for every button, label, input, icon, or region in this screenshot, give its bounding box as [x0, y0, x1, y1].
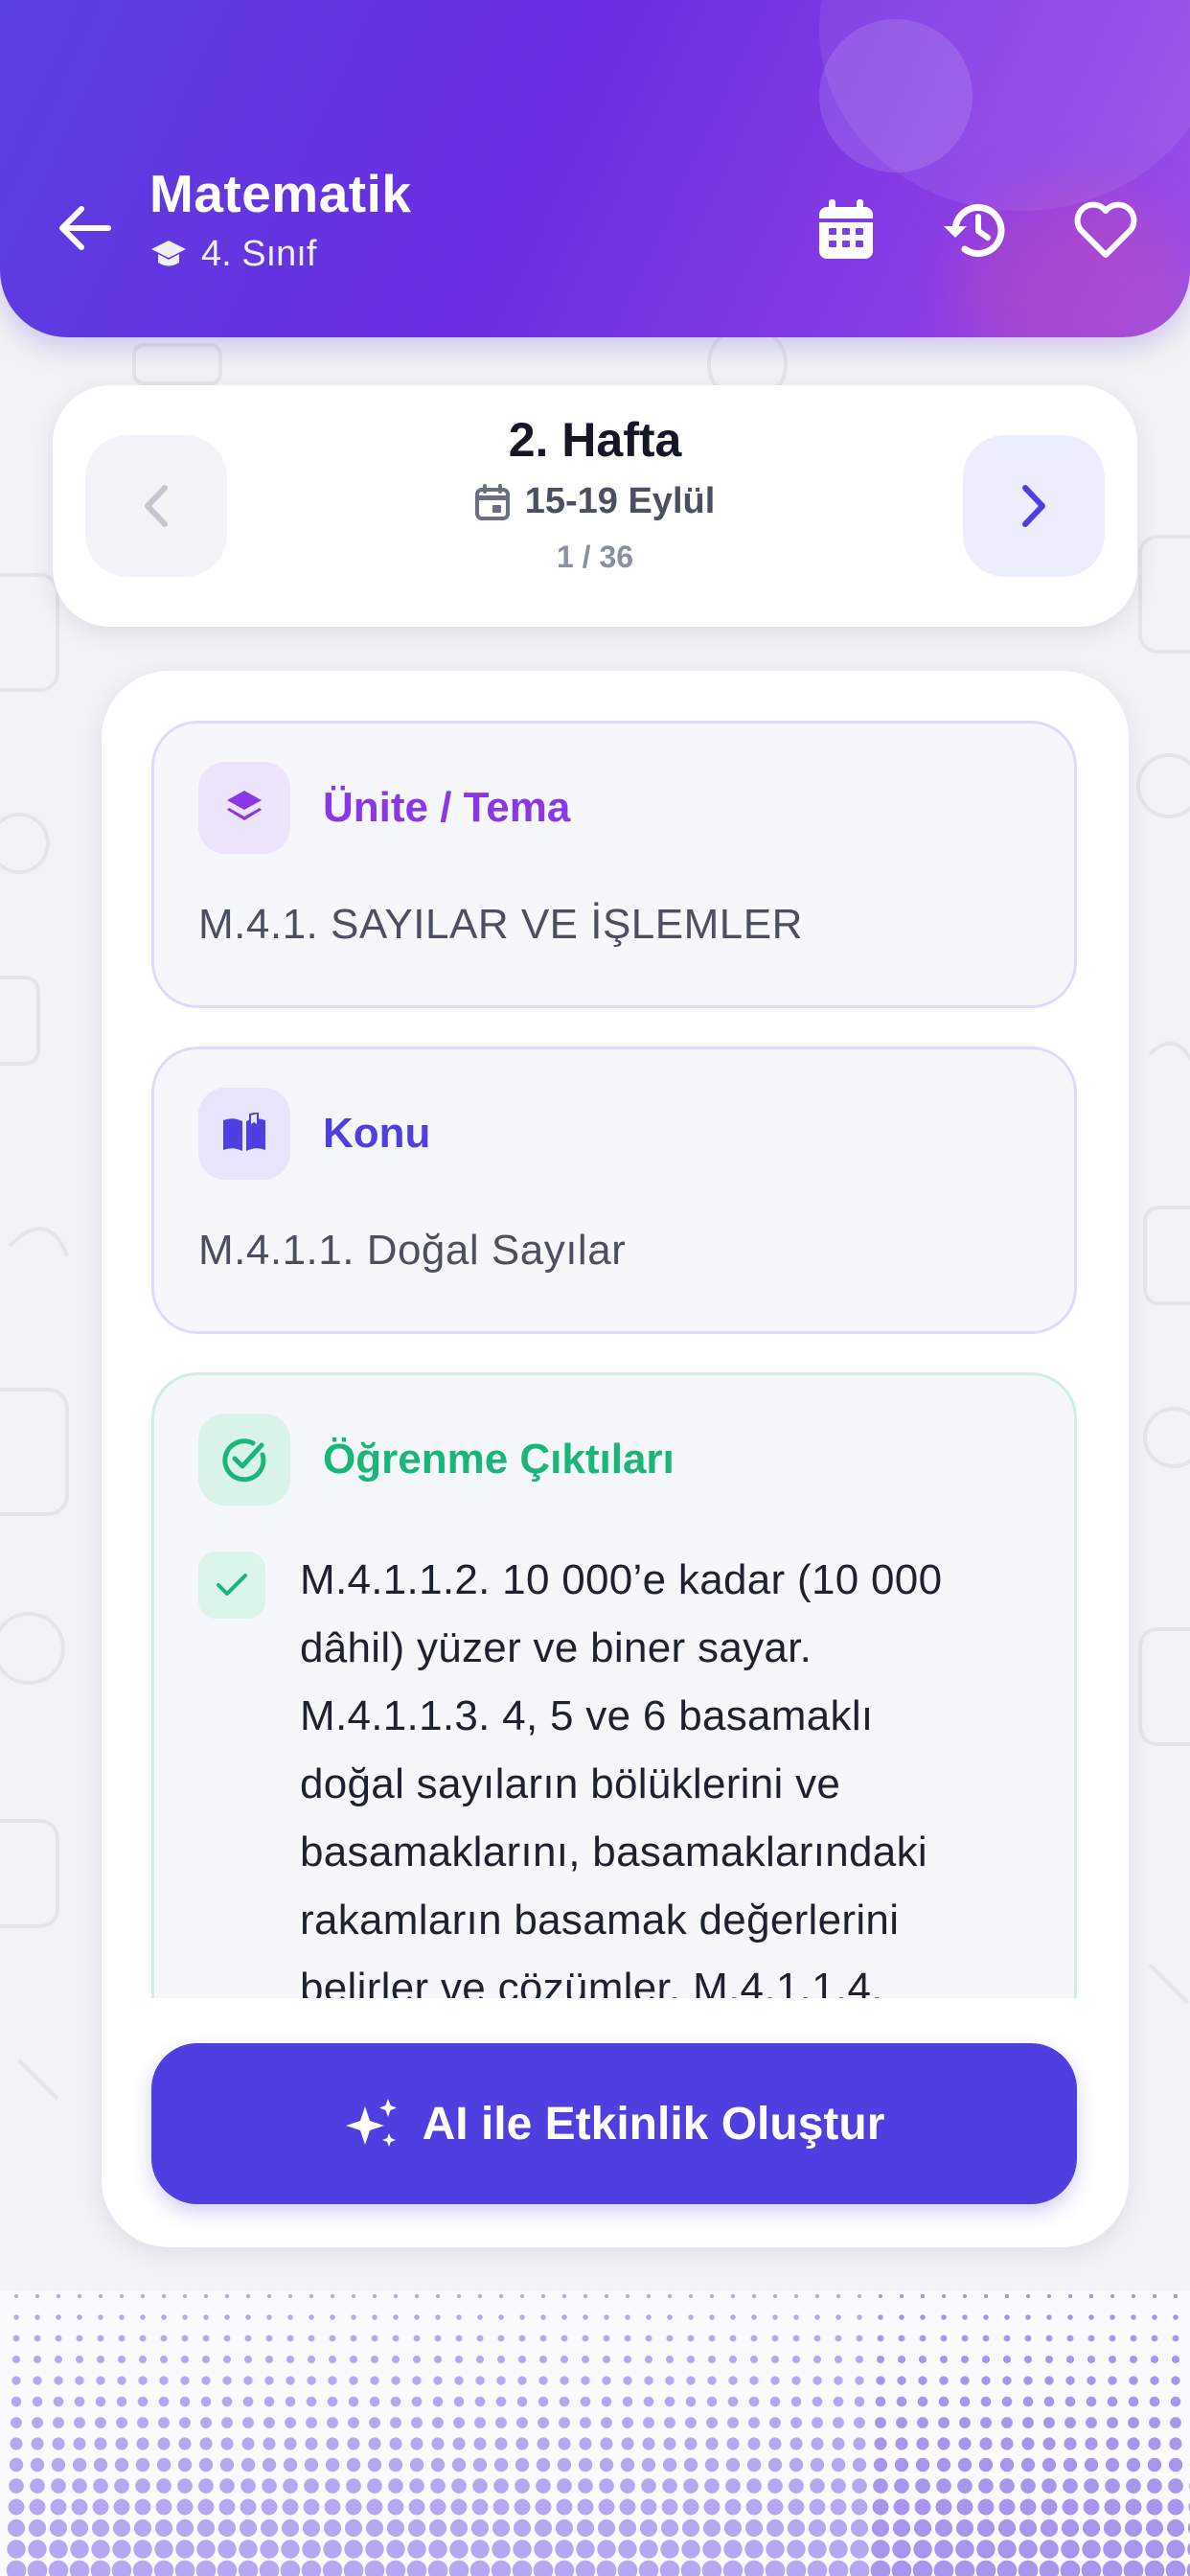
topic-value: M.4.1.1. Doğal Sayılar: [198, 1227, 627, 1274]
check-icon-box: [198, 1552, 265, 1619]
topic-header: Konu: [198, 1088, 430, 1180]
title-block: Matematik 4. Sınıf: [149, 163, 411, 275]
ai-button-label: AI ile Etkinlik Oluştur: [422, 2098, 885, 2150]
unit-section: Ünite / Tema M.4.1. SAYILAR VE İŞLEMLER: [151, 721, 1077, 1008]
graduation-cap-icon: [151, 240, 186, 265]
back-button[interactable]: [48, 192, 121, 264]
chevron-right-icon: [1022, 485, 1045, 527]
calendar-small-icon: [474, 483, 510, 520]
back-arrow-icon: [59, 206, 111, 250]
topic-title: Konu: [323, 1110, 431, 1157]
outcomes-header: Öğrenme Çıktıları: [198, 1414, 675, 1506]
outcome-line: M.4.1.1.2. 10 000’e kadar (10 000: [300, 1556, 943, 1603]
outcome-line: doğal sayıların bölüklerini ve: [300, 1760, 841, 1807]
week-dates: 15-19 Eylül: [524, 481, 716, 521]
calendar-button[interactable]: [808, 192, 884, 268]
outcome-line: rakamların basamak değerlerini: [300, 1897, 900, 1944]
layers-icon: [227, 791, 262, 820]
bottom-decoration: [0, 2290, 1190, 2576]
outcome-line: dâhil) yüzer ve biner sayar.: [300, 1624, 812, 1671]
grade-row: 4. Sınıf: [149, 234, 411, 275]
outcome-text: M.4.1.1.2. 10 000’e kadar (10 000 dâhil)…: [300, 1546, 942, 2022]
outcome-item: M.4.1.1.2. 10 000’e kadar (10 000 dâhil)…: [198, 1546, 1036, 2022]
week-detail-card: Ünite / Tema M.4.1. SAYILAR VE İŞLEMLER …: [102, 671, 1129, 2247]
book-icon-box: [198, 1088, 290, 1180]
topic-section: Konu M.4.1.1. Doğal Sayılar: [151, 1046, 1077, 1334]
book-icon: [223, 1113, 265, 1151]
header-decoration: [819, 19, 973, 172]
calendar-icon: [819, 199, 873, 259]
favorite-button[interactable]: [1067, 192, 1144, 268]
halftone-pattern: [6, 2293, 1190, 2576]
unit-title: Ünite / Tema: [323, 784, 571, 831]
unit-value: M.4.1. SAYILAR VE İŞLEMLER: [198, 901, 803, 948]
check-circle-icon: [222, 1438, 266, 1483]
outcomes-title: Öğrenme Çıktıları: [323, 1436, 675, 1483]
check-icon: [217, 1574, 247, 1596]
check-circle-icon-box: [198, 1414, 290, 1506]
outcomes-section[interactable]: Öğrenme Çıktıları M.4.1.1.2. 10 000’e ka…: [151, 1372, 1077, 2043]
history-button[interactable]: [937, 192, 1014, 268]
outcome-line: basamaklarını, basamaklarındaki: [300, 1828, 927, 1875]
layers-icon-box: [198, 762, 290, 854]
unit-header: Ünite / Tema: [198, 762, 570, 854]
outcome-line: M.4.1.1.3. 4, 5 ve 6 basamaklı: [300, 1692, 874, 1739]
heart-icon: [1074, 201, 1137, 258]
page-title: Matematik: [149, 164, 412, 223]
sparkles-icon: [345, 2099, 397, 2147]
scroll-fade: [102, 1998, 1129, 2044]
app-header: Matematik 4. Sınıf: [0, 0, 1190, 337]
next-week-button[interactable]: [963, 435, 1105, 577]
history-icon: [944, 204, 1005, 257]
grade-label: 4. Sınıf: [201, 234, 317, 274]
week-selector: 2. Hafta 15-19 Eylül 1 / 36: [53, 385, 1137, 627]
ai-create-activity-button[interactable]: AI ile Etkinlik Oluştur: [151, 2043, 1077, 2204]
